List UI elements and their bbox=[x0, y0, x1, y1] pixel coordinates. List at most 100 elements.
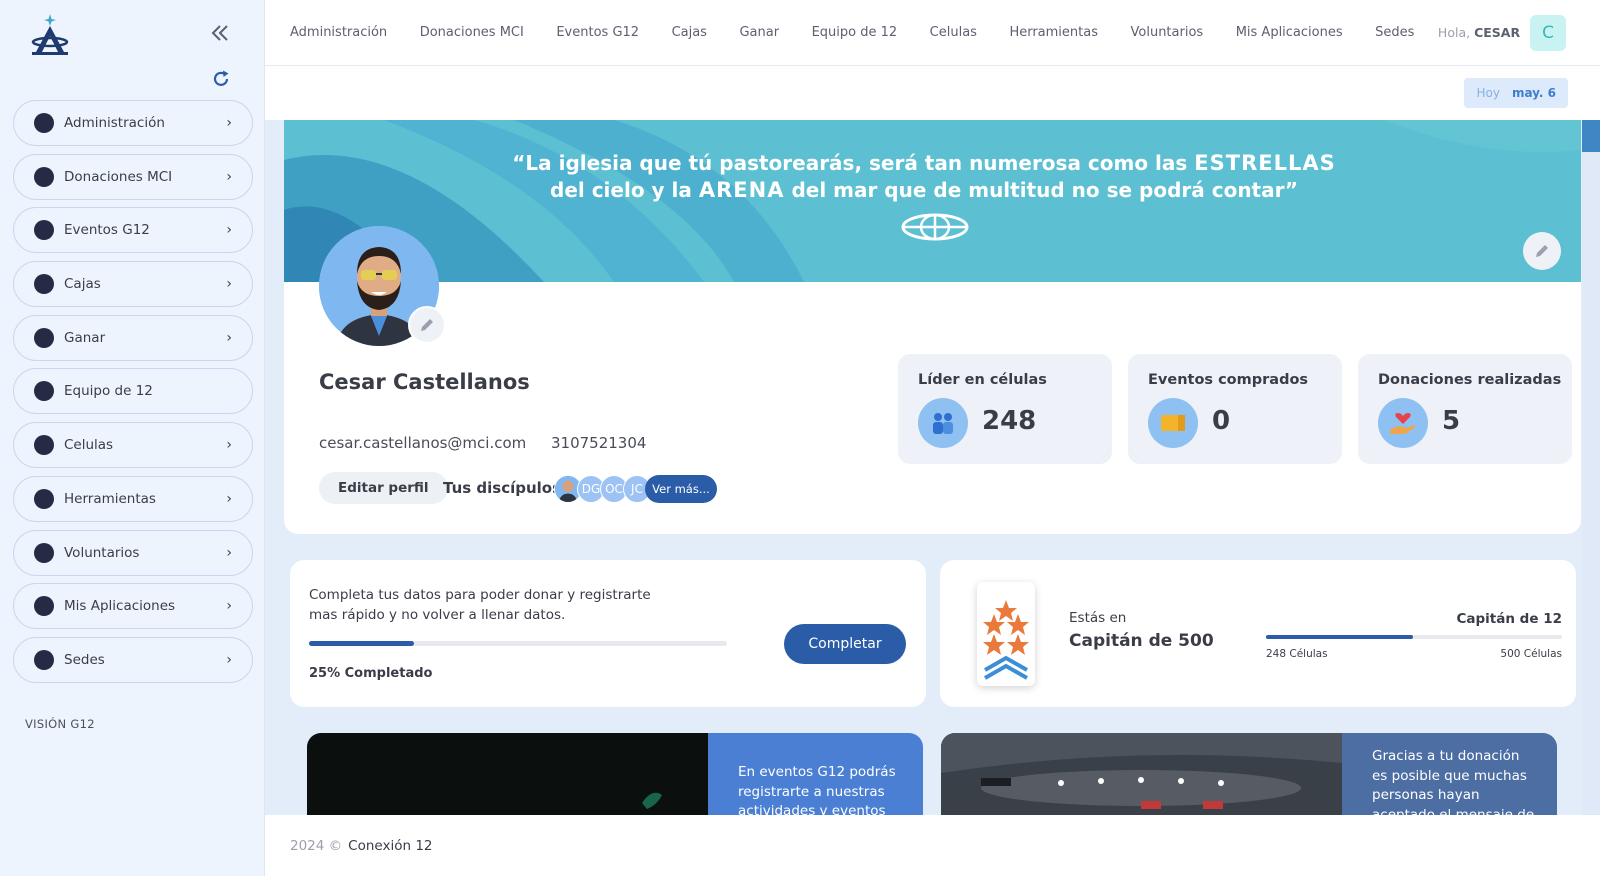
menu-dot-icon bbox=[34, 220, 54, 241]
topnav-donaciones[interactable]: Donaciones MCI bbox=[420, 25, 524, 40]
greeting-text: Hola, bbox=[1437, 25, 1471, 40]
sidebar-item-aplicaciones[interactable]: Mis Aplicaciones › bbox=[13, 583, 253, 630]
footer-brand-link[interactable]: Conexión 12 bbox=[348, 838, 432, 854]
profile-email: cesar.castellanos@mci.com bbox=[319, 434, 527, 452]
sidebar-item-label: Administración bbox=[64, 115, 165, 131]
scrollbar-thumb[interactable] bbox=[1582, 120, 1600, 152]
sidebar-item-celulas[interactable]: Celulas › bbox=[13, 422, 253, 469]
menu-dot-icon bbox=[34, 542, 54, 563]
sidebar-item-voluntarios[interactable]: Voluntarios › bbox=[13, 529, 253, 576]
sidebar-item-herramientas[interactable]: Herramientas › bbox=[13, 475, 253, 522]
complete-profile-button[interactable]: Completar bbox=[784, 624, 906, 664]
menu-dot-icon bbox=[34, 435, 54, 456]
sub-header: Hoy may. 6 bbox=[265, 66, 1600, 120]
chevron-right-icon: › bbox=[226, 222, 232, 239]
stat-title: Eventos comprados bbox=[1148, 372, 1309, 388]
promo-text: Gracias a tu donación es posible que muc… bbox=[1372, 748, 1535, 815]
menu-dot-icon bbox=[34, 274, 54, 295]
sidebar-item-eventos[interactable]: Eventos G12 › bbox=[13, 207, 253, 254]
topnav-administracion[interactable]: Administración bbox=[290, 25, 387, 40]
promo-card-events[interactable]: En eventos G12 podrás registrarte a nues… bbox=[307, 733, 923, 815]
rank-progress-bar bbox=[1266, 635, 1562, 639]
stat-title: Donaciones realizadas bbox=[1378, 372, 1562, 388]
sidebar-item-ganar[interactable]: Ganar › bbox=[13, 314, 253, 361]
banner-quote: “La iglesia que tú pastorearás, será tan… bbox=[444, 150, 1404, 204]
user-name: CESAR bbox=[1474, 25, 1521, 40]
sidebar-menu: Administración › Donaciones MCI › Eventos … bbox=[13, 100, 253, 691]
footer: 2024 © Conexión 12 bbox=[265, 815, 1600, 876]
completion-percent: 25% Completado bbox=[309, 666, 433, 681]
events-promo-image bbox=[307, 733, 708, 815]
sidebar-item-label: Voluntarios bbox=[64, 544, 140, 561]
people-icon bbox=[918, 398, 968, 448]
logo-icon[interactable] bbox=[28, 12, 72, 56]
rank-current-label: Estás en bbox=[1069, 610, 1127, 626]
topnav-aplicaciones[interactable]: Mis Aplicaciones bbox=[1236, 25, 1343, 40]
topnav-cajas[interactable]: Cajas bbox=[672, 25, 707, 40]
chevron-right-icon: › bbox=[226, 115, 232, 131]
stat-card-cells: Líder en células 248 bbox=[898, 354, 1112, 464]
profile-card: “La iglesia que tú pastorearás, será tan… bbox=[284, 120, 1581, 534]
completion-progress-bar bbox=[309, 641, 727, 646]
rank-next: Capitán de 12 bbox=[1456, 611, 1563, 627]
menu-dot-icon bbox=[34, 596, 54, 617]
completion-message: Completa tus datos para poder donar y re… bbox=[309, 587, 651, 623]
topnav-herramientas[interactable]: Herramientas bbox=[1009, 25, 1098, 40]
promo-panel: Gracias a tu donación es posible que muc… bbox=[1342, 733, 1557, 815]
stat-value: 5 bbox=[1442, 406, 1461, 436]
donations-promo-image bbox=[941, 733, 1342, 815]
sidebar-item-label: Sedes bbox=[64, 651, 105, 668]
chevron-right-icon: › bbox=[226, 168, 232, 185]
topnav-equipo[interactable]: Equipo de 12 bbox=[812, 25, 898, 40]
topnav-eventos[interactable]: Eventos G12 bbox=[556, 25, 639, 40]
user-avatar-button[interactable]: C bbox=[1530, 14, 1567, 51]
sidebar-item-sedes[interactable]: Sedes › bbox=[13, 636, 253, 683]
date-badge: Hoy may. 6 bbox=[1464, 78, 1568, 108]
sidebar-item-administracion[interactable]: Administración › bbox=[13, 100, 253, 146]
menu-dot-icon bbox=[34, 166, 54, 187]
chevron-right-icon: › bbox=[226, 437, 232, 454]
topnav-sedes[interactable]: Sedes bbox=[1375, 25, 1414, 40]
sidebar-item-donaciones[interactable]: Donaciones MCI › bbox=[13, 153, 253, 200]
promo-card-donations[interactable]: Gracias a tu donación es posible que muc… bbox=[941, 733, 1557, 815]
menu-dot-icon bbox=[34, 488, 54, 509]
rank-progress-max: 500 Células bbox=[1500, 648, 1562, 660]
quote-part1: “La iglesia que tú pastorearás, será tan… bbox=[512, 151, 1188, 175]
user-greeting: Hola, CESAR bbox=[1438, 25, 1520, 40]
profile-phone: 3107521304 bbox=[551, 434, 647, 452]
promo-text: En eventos G12 podrás registrarte a nues… bbox=[738, 764, 896, 815]
sidebar-section-label: VISIÓN G12 bbox=[25, 717, 95, 731]
quote-word-estrellas: ESTRELLAS bbox=[1194, 151, 1336, 175]
sidebar-item-equipo[interactable]: Equipo de 12 bbox=[13, 368, 253, 415]
sidebar-item-cajas[interactable]: Cajas › bbox=[13, 261, 253, 308]
sidebar-item-label: Herramientas bbox=[64, 490, 156, 507]
topnav-ganar[interactable]: Ganar bbox=[739, 25, 779, 40]
menu-dot-icon bbox=[34, 381, 54, 402]
stat-card-events: Eventos comprados 0 bbox=[1128, 354, 1342, 464]
edit-profile-button[interactable]: Editar perfil bbox=[319, 472, 448, 504]
completion-progress-fill bbox=[309, 641, 414, 646]
globe-logo-icon bbox=[901, 213, 969, 241]
edit-banner-button[interactable] bbox=[1523, 232, 1561, 270]
stat-value: 248 bbox=[982, 406, 1037, 436]
sidebar-item-label: Ganar bbox=[64, 329, 106, 346]
sidebar-item-label: Donaciones MCI bbox=[64, 168, 173, 185]
sidebar-item-label: Mis Aplicaciones bbox=[64, 598, 176, 615]
edit-photo-button[interactable] bbox=[408, 306, 446, 344]
menu-dot-icon bbox=[34, 649, 54, 670]
heart-hand-icon bbox=[1378, 398, 1428, 448]
topnav-voluntarios[interactable]: Voluntarios bbox=[1131, 25, 1204, 40]
collapse-sidebar-icon[interactable] bbox=[210, 24, 234, 44]
sidebar: Administración › Donaciones MCI › Eventos … bbox=[0, 0, 265, 876]
sidebar-item-label: Eventos G12 bbox=[64, 222, 150, 239]
chevron-right-icon: › bbox=[226, 490, 232, 507]
scrollbar-track[interactable] bbox=[1582, 120, 1600, 815]
top-navigation: Administración Donaciones MCI Eventos G1… bbox=[265, 0, 1600, 66]
quote-word-arena: ARENA bbox=[698, 178, 785, 202]
see-more-disciples-button[interactable]: Ver más... bbox=[645, 475, 717, 503]
pencil-icon bbox=[421, 319, 433, 331]
topnav-celulas[interactable]: Celulas bbox=[930, 25, 977, 40]
refresh-icon[interactable] bbox=[211, 69, 233, 91]
quote-part3: del mar que de multitud no se podrá cont… bbox=[791, 178, 1298, 202]
rank-badge-icon bbox=[977, 582, 1035, 686]
